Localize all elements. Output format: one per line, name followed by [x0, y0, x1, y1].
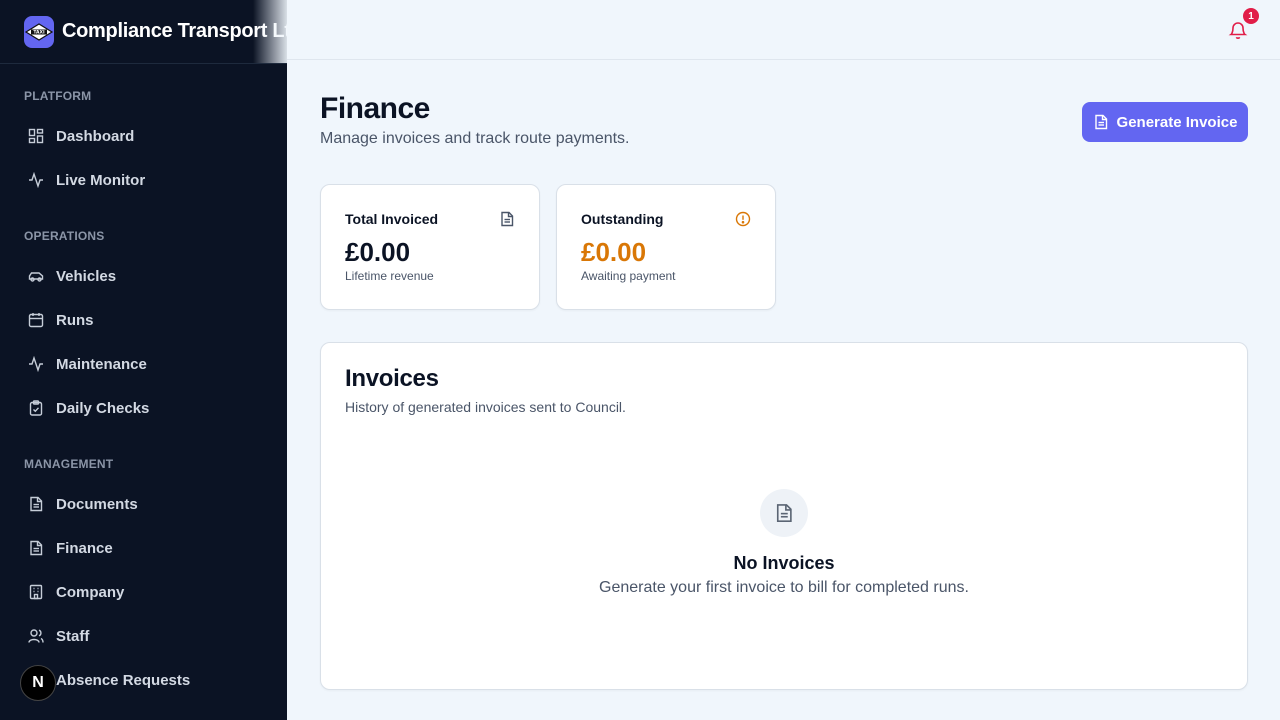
- users-icon: [28, 628, 44, 644]
- stat-subtext: Awaiting payment: [581, 269, 676, 283]
- alert-circle-icon: [735, 211, 751, 227]
- page-title: Finance: [320, 92, 430, 125]
- taxi-logo-icon: TAXI: [24, 15, 54, 48]
- section-title-operations: OPERATIONS: [24, 229, 105, 243]
- sidebar-item-finance[interactable]: Finance: [24, 536, 113, 560]
- grid-icon: [28, 128, 44, 144]
- invoices-subtitle: History of generated invoices sent to Co…: [345, 399, 626, 415]
- file-icon: [28, 496, 44, 512]
- sidebar-item-staff[interactable]: Staff: [24, 624, 89, 648]
- sidebar-item-company[interactable]: Company: [24, 580, 124, 604]
- sidebar-item-label: Staff: [56, 627, 90, 645]
- stat-label: Total Invoiced: [345, 211, 439, 227]
- stat-subtext: Lifetime revenue: [345, 269, 434, 283]
- sidebar-item-label: Runs: [56, 311, 94, 329]
- generate-invoice-label: Generate Invoice: [1116, 113, 1238, 131]
- sidebar-item-vehicles[interactable]: Vehicles: [24, 264, 116, 288]
- activity-icon: [28, 356, 44, 372]
- clipboard-check-icon: [28, 400, 44, 416]
- generate-invoice-button[interactable]: Generate Invoice: [1082, 102, 1248, 142]
- building-icon: [28, 584, 44, 600]
- empty-state-title: No Invoices: [733, 553, 835, 573]
- sidebar-item-daily-checks[interactable]: Daily Checks: [24, 396, 149, 420]
- invoices-title: Invoices: [345, 365, 439, 392]
- empty-state-subtitle: Generate your first invoice to bill for …: [599, 579, 969, 596]
- sidebar: TAXI Compliance Transport Ltd PLATFORM D…: [0, 0, 287, 720]
- bell-icon[interactable]: [1228, 20, 1248, 40]
- section-title-management: MANAGEMENT: [24, 457, 114, 471]
- sidebar-item-live-monitor[interactable]: Live Monitor: [24, 168, 145, 192]
- notification-count-badge: 1: [1243, 8, 1259, 24]
- sidebar-item-documents[interactable]: Documents: [24, 492, 138, 516]
- calendar-icon: [28, 312, 44, 328]
- sidebar-item-runs[interactable]: Runs: [24, 308, 94, 332]
- dev-tools-badge[interactable]: N: [20, 665, 56, 701]
- sidebar-item-label: Maintenance: [56, 355, 147, 373]
- stat-label: Outstanding: [581, 211, 664, 227]
- sidebar-item-label: Vehicles: [56, 267, 117, 285]
- file-icon: [28, 540, 44, 556]
- sidebar-item-label: Dashboard: [56, 127, 135, 145]
- sidebar-item-label: Absence Requests: [56, 671, 191, 689]
- sidebar-item-maintenance[interactable]: Maintenance: [24, 352, 147, 376]
- sidebar-item-label: Finance: [56, 539, 113, 557]
- stat-value: £0.00: [581, 237, 647, 267]
- activity-icon: [28, 172, 44, 188]
- stat-value: £0.00: [345, 237, 411, 267]
- brand[interactable]: TAXI Compliance Transport Ltd: [0, 0, 287, 64]
- sidebar-item-label: Live Monitor: [56, 171, 146, 189]
- stat-card-total-invoiced: Total Invoiced £0.00 Lifetime revenue: [320, 184, 540, 310]
- car-icon: [28, 268, 44, 284]
- stat-card-outstanding: Outstanding £0.00 Awaiting payment: [556, 184, 776, 310]
- sidebar-item-label: Company: [56, 583, 125, 601]
- sidebar-item-dashboard[interactable]: Dashboard: [24, 124, 134, 148]
- sidebar-item-label: Daily Checks: [56, 399, 150, 417]
- file-icon: [499, 211, 515, 227]
- sidebar-item-label: Documents: [56, 495, 138, 513]
- section-title-platform: PLATFORM: [24, 89, 92, 103]
- topbar: 1: [287, 0, 1280, 60]
- invoices-panel: Invoices History of generated invoices s…: [320, 342, 1248, 690]
- page-subtitle: Manage invoices and track route payments…: [320, 130, 630, 147]
- empty-state-file-icon: [760, 489, 808, 537]
- logo-text: TAXI: [33, 29, 45, 35]
- file-icon: [1093, 114, 1109, 130]
